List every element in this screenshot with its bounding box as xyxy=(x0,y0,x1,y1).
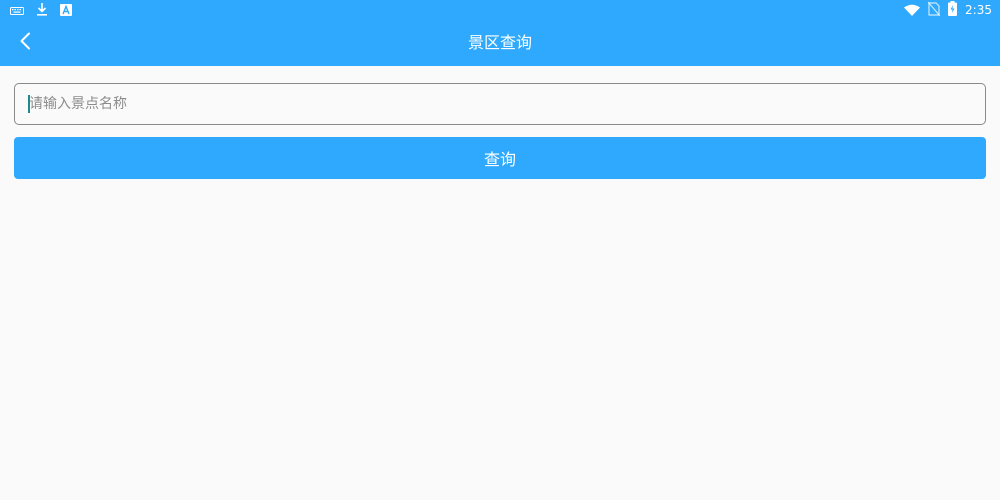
query-button[interactable]: 查询 xyxy=(14,137,986,179)
download-icon xyxy=(36,1,48,20)
search-input[interactable] xyxy=(14,83,986,125)
wifi-icon xyxy=(904,1,921,20)
no-sim-icon xyxy=(927,1,941,20)
chevron-left-icon xyxy=(19,32,31,54)
keyboard-icon xyxy=(10,1,24,20)
status-time: 2:35 xyxy=(965,3,992,17)
status-bar-left xyxy=(10,1,72,20)
status-bar: 2:35 xyxy=(0,0,1000,20)
status-bar-right: 2:35 xyxy=(904,0,992,20)
text-cursor xyxy=(28,95,30,113)
app-bar: 景区查询 xyxy=(0,20,1000,66)
app-notification-icon xyxy=(60,1,72,20)
back-button[interactable] xyxy=(10,29,40,57)
page-title: 景区查询 xyxy=(467,33,532,52)
battery-charging-icon xyxy=(948,0,958,20)
